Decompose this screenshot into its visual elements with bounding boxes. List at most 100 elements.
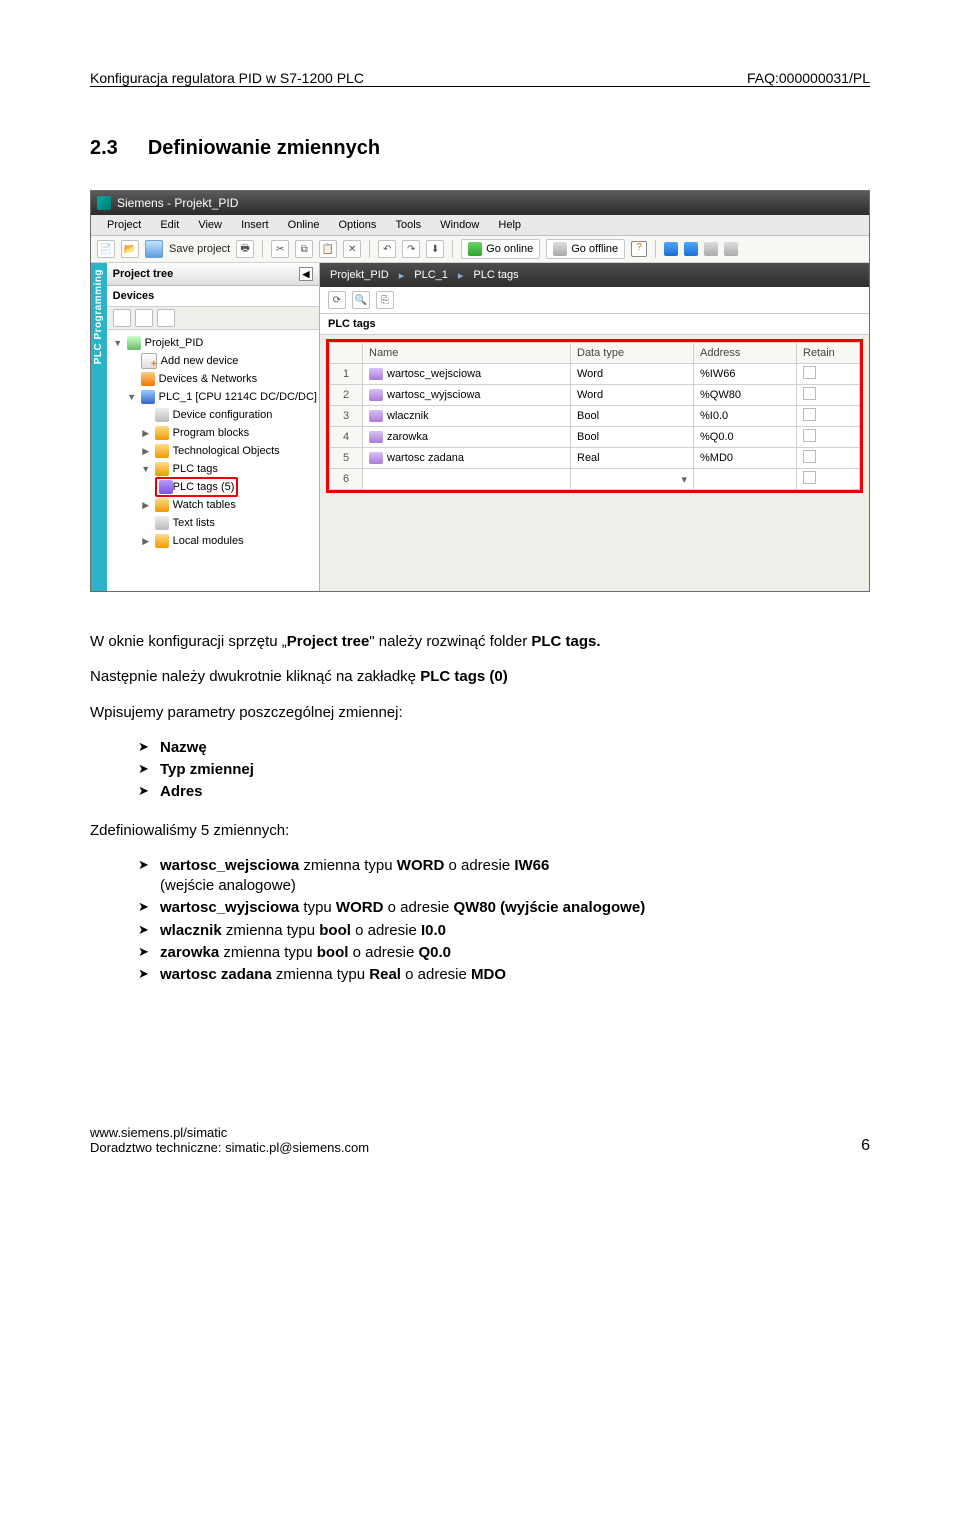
tree-node-watch-tables[interactable]: ▶Watch tables (113, 496, 317, 514)
tree-node-devices-networks[interactable]: Devices & Networks (113, 370, 317, 388)
undo-icon[interactable]: ↶ (378, 240, 396, 258)
new-project-icon[interactable]: 📄 (97, 240, 115, 258)
copy-icon[interactable]: ⧉ (295, 240, 313, 258)
breadcrumb-segment[interactable]: PLC_1 (414, 269, 448, 281)
cell-address[interactable]: %Q0.0 (694, 427, 797, 448)
cell-retain[interactable] (797, 406, 860, 427)
cell-address[interactable] (694, 469, 797, 490)
table-row[interactable]: 6▾ (330, 469, 860, 490)
tree-node-project[interactable]: ▼Projekt_PID (113, 334, 317, 352)
cell-datatype[interactable]: Word (571, 385, 694, 406)
cell-name[interactable]: wartosc_wyjsciowa (363, 385, 571, 406)
delete-icon[interactable]: ✕ (343, 240, 361, 258)
toolbar-separator (369, 240, 370, 258)
help-icon[interactable]: ? (631, 241, 647, 257)
col-name[interactable]: Name (363, 343, 571, 364)
menu-edit[interactable]: Edit (152, 215, 187, 235)
cell-datatype[interactable]: Word (571, 364, 694, 385)
table-row[interactable]: 5wartosc zadanaReal%MD0 (330, 448, 860, 469)
tree-node-plc-tags-5[interactable]: PLC tags (5) (113, 478, 317, 496)
dropdown-icon[interactable]: ▾ (681, 473, 687, 486)
tree-node-plc-tags[interactable]: ▼PLC tags (113, 460, 317, 478)
cell-name[interactable] (363, 469, 571, 490)
menu-online[interactable]: Online (280, 215, 328, 235)
collapse-icon[interactable]: ◀ (299, 267, 313, 281)
cell-name[interactable]: wlacznik (363, 406, 571, 427)
go-offline-button[interactable]: Go offline (546, 239, 625, 259)
cell-retain[interactable] (797, 427, 860, 448)
tree-node-plc1[interactable]: ▼PLC_1 [CPU 1214C DC/DC/DC] (113, 388, 317, 406)
open-project-icon[interactable]: 📂 (121, 240, 139, 258)
paragraph-2: Następnie należy dwukrotnie kliknąć na z… (90, 667, 870, 687)
editor-toolbar-icon[interactable]: ⎘ (376, 291, 394, 309)
table-row[interactable]: 3wlacznikBool%I0.0 (330, 406, 860, 427)
editor-toolbar-icon[interactable]: ⟳ (328, 291, 346, 309)
cell-datatype[interactable]: Real (571, 448, 694, 469)
cell-retain[interactable] (797, 364, 860, 385)
device-toolbar-icon[interactable] (157, 309, 175, 327)
menu-window[interactable]: Window (432, 215, 487, 235)
cell-datatype[interactable]: Bool (571, 406, 694, 427)
cell-name[interactable]: wartosc zadana (363, 448, 571, 469)
cell-name[interactable]: zarowka (363, 427, 571, 448)
menu-help[interactable]: Help (490, 215, 529, 235)
device-toolbar-icon[interactable] (135, 309, 153, 327)
plc-programming-ribbon[interactable]: PLC Programming (91, 263, 107, 591)
menu-project[interactable]: Project (99, 215, 149, 235)
device-toolbar-icon[interactable] (113, 309, 131, 327)
tree-node-add-device[interactable]: Add new device (113, 352, 317, 370)
tag-icon (369, 389, 383, 401)
go-offline-icon (553, 242, 567, 256)
cell-datatype[interactable]: Bool (571, 427, 694, 448)
save-icon[interactable] (145, 240, 163, 258)
cell-datatype[interactable]: ▾ (571, 469, 694, 490)
cell-address[interactable]: %QW80 (694, 385, 797, 406)
tree-node-text-lists[interactable]: Text lists (113, 514, 317, 532)
download-icon[interactable]: ⬇ (426, 240, 444, 258)
tree-node-program-blocks[interactable]: ▶Program blocks (113, 424, 317, 442)
breadcrumb-segment[interactable]: PLC tags (473, 269, 518, 281)
col-retain[interactable]: Retain (797, 343, 860, 364)
tree-label: Local modules (173, 535, 244, 547)
footer-line-1: www.siemens.pl/simatic (90, 1125, 369, 1140)
list-item: zarowka zmienna typu bool o adresie Q0.0 (138, 943, 870, 963)
editor-toolbar-icon[interactable]: 🔍 (352, 291, 370, 309)
paragraph-4: Zdefiniowaliśmy 5 zmiennych: (90, 821, 870, 841)
menu-tools[interactable]: Tools (387, 215, 429, 235)
tag-icon (369, 368, 383, 380)
editor-pane: Projekt_PID▸ PLC_1▸ PLC tags ⟳ 🔍 ⎘ PLC t… (320, 263, 869, 591)
col-datatype[interactable]: Data type (571, 343, 694, 364)
tree-node-device-config[interactable]: Device configuration (113, 406, 317, 424)
table-row[interactable]: 1wartosc_wejsciowaWord%IW66 (330, 364, 860, 385)
cell-name[interactable]: wartosc_wejsciowa (363, 364, 571, 385)
folder-icon (155, 462, 169, 476)
paste-icon[interactable]: 📋 (319, 240, 337, 258)
toolbar-icon[interactable] (724, 242, 738, 256)
breadcrumb-segment[interactable]: Projekt_PID (330, 269, 389, 281)
tile-icon[interactable] (664, 242, 678, 256)
cell-address[interactable]: %I0.0 (694, 406, 797, 427)
tree-node-tech-objects[interactable]: ▶Technological Objects (113, 442, 317, 460)
toolbar-icon[interactable] (704, 242, 718, 256)
cell-retain[interactable] (797, 385, 860, 406)
cut-icon[interactable]: ✂ (271, 240, 289, 258)
col-address[interactable]: Address (694, 343, 797, 364)
print-icon[interactable]: 🖶 (236, 240, 254, 258)
cell-retain[interactable] (797, 469, 860, 490)
menu-view[interactable]: View (190, 215, 230, 235)
redo-icon[interactable]: ↷ (402, 240, 420, 258)
cell-retain[interactable] (797, 448, 860, 469)
checkbox-icon (803, 387, 816, 400)
go-online-button[interactable]: Go online (461, 239, 540, 259)
cell-address[interactable]: %MD0 (694, 448, 797, 469)
menu-insert[interactable]: Insert (233, 215, 277, 235)
bullet-list-2: wartosc_wejsciowa zmienna typu WORD o ad… (90, 856, 870, 986)
network-icon (141, 372, 155, 386)
tree-node-local-modules[interactable]: ▶Local modules (113, 532, 317, 550)
list-item: wartosc_wyjsciowa typu WORD o adresie QW… (138, 898, 870, 918)
cell-address[interactable]: %IW66 (694, 364, 797, 385)
table-row[interactable]: 4zarowkaBool%Q0.0 (330, 427, 860, 448)
menu-options[interactable]: Options (331, 215, 385, 235)
tile-icon[interactable] (684, 242, 698, 256)
table-row[interactable]: 2wartosc_wyjsciowaWord%QW80 (330, 385, 860, 406)
